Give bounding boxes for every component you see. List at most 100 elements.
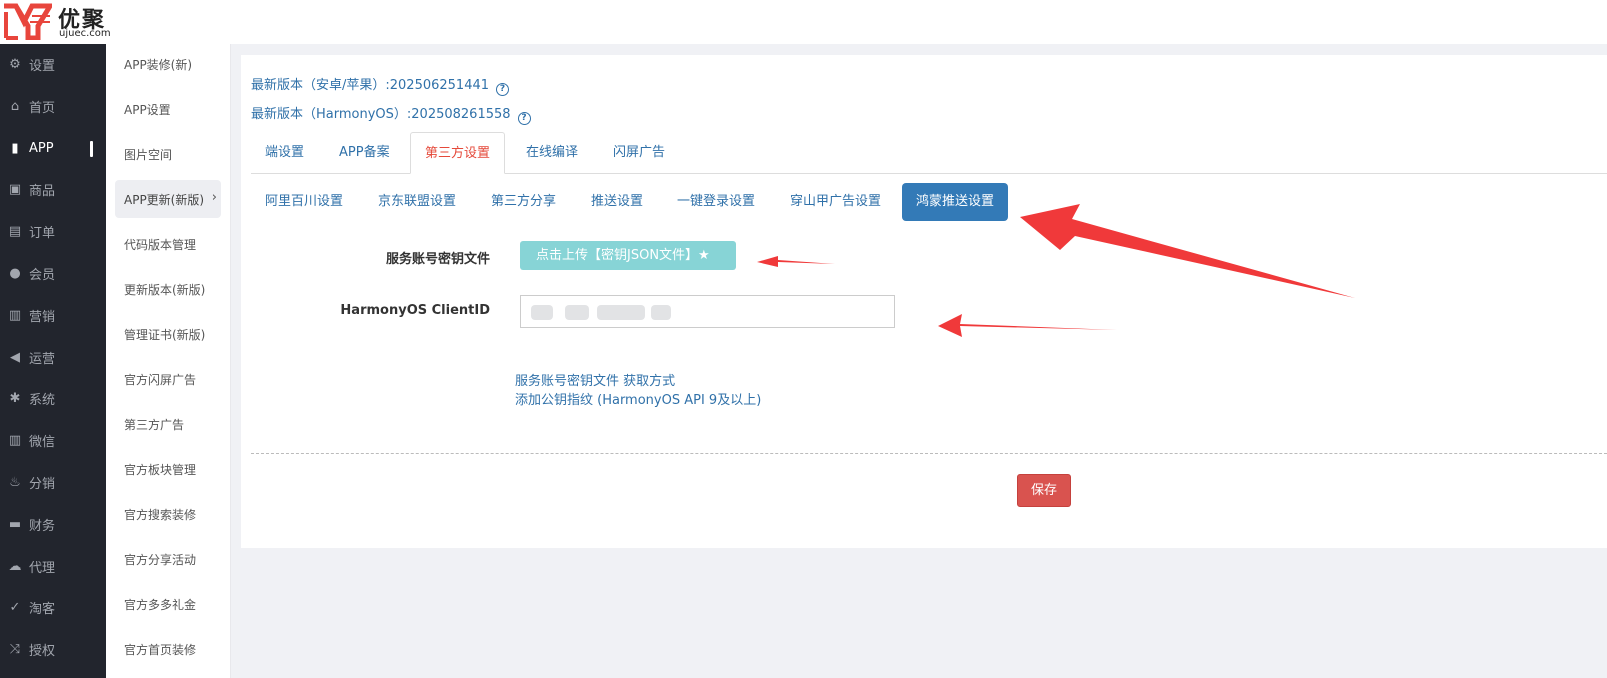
tab-0[interactable]: 端设置 <box>251 132 318 174</box>
subtab-6[interactable]: 鸿蒙推送设置 <box>902 183 1009 221</box>
sidebar-item-0[interactable]: ⚙ 设置 <box>0 44 106 85</box>
sidebar-item-label: 授权 <box>29 644 56 660</box>
subnav-item-1[interactable]: APP设置 <box>115 90 221 128</box>
subnav-item-label: APP装修(新) <box>124 57 193 72</box>
sidebar-item-6[interactable]: ▥ 营销 <box>0 295 106 336</box>
sidebar-item-7[interactable]: ◀ 运营 <box>0 337 106 378</box>
secondary-sidebar: APP装修(新) APP设置图片空间 APP更新(新版) › 代码版本管理更新版本(新版… <box>106 44 231 678</box>
sidebar-item-4[interactable]: ▤ 订单 <box>0 211 106 252</box>
sidebar-item-12[interactable]: ☁ 代理 <box>0 546 106 587</box>
user-icon: ● <box>9 266 21 281</box>
sidebar-item-label: 系统 <box>29 393 56 409</box>
bookmark-icon: ▮ <box>11 140 19 156</box>
sidebar-item-label: 营销 <box>29 309 56 325</box>
subnav-item-label: 官方多多礼金 <box>124 597 197 612</box>
check-icon: ✓ <box>9 600 21 616</box>
help-icon[interactable]: ? <box>517 112 531 125</box>
briefcase-icon: ▬ <box>8 516 22 532</box>
subtab-4[interactable]: 一键登录设置 <box>663 183 769 221</box>
subnav-item-8[interactable]: 第三方广告 <box>115 405 221 443</box>
subnav-item-2[interactable]: 图片空间 <box>115 135 221 173</box>
subnav-item-label: 第三方广告 <box>124 417 185 432</box>
version-android-ios-text: 最新版本（安卓/苹果）:202506251441 <box>251 78 490 93</box>
shuffle-icon: ⤨ <box>9 642 21 658</box>
subnav-item-label: 官方搜索装修 <box>124 507 197 522</box>
sidebar-item-label: 商品 <box>29 184 56 200</box>
subnav-item-label: 官方分享活动 <box>124 552 197 567</box>
logo-mark-icon <box>4 3 52 40</box>
version-android-ios: 最新版本（安卓/苹果）:202506251441? <box>251 74 510 96</box>
chevron-right-icon: › <box>211 190 217 205</box>
subnav-item-0[interactable]: APP装修(新) <box>115 45 221 83</box>
sidebar-item-label: 设置 <box>29 59 56 74</box>
logo-text-en: ujuec.com <box>59 28 111 39</box>
signal-icon: ▥ <box>8 433 22 449</box>
subnav-item-label: 更新版本(新版) <box>124 282 206 297</box>
divider <box>251 453 1607 454</box>
logo[interactable]: 优聚 ujuec.com <box>0 0 115 44</box>
sidebar-item-label: 代理 <box>29 560 56 576</box>
save-button[interactable]: 保存 <box>1017 474 1071 507</box>
client-id-input[interactable] <box>520 295 895 328</box>
cloud-icon: ☁ <box>8 558 22 574</box>
top-bar: 优聚 ujuec.com <box>0 0 1607 44</box>
subnav-item-label: 官方板块管理 <box>124 462 197 477</box>
sidebar-item-1[interactable]: ⌂ 首页 <box>0 86 106 127</box>
subnav-item-6[interactable]: 管理证书(新版) <box>115 315 221 353</box>
subnav-item-label: 管理证书(新版) <box>124 327 206 342</box>
sidebar-item-3[interactable]: ▣ 商品 <box>0 169 106 210</box>
subtab-5[interactable]: 穿山甲广告设置 <box>776 183 895 221</box>
subnav-item-11[interactable]: 官方分享活动 <box>115 540 221 578</box>
sidebar-item-label: 财务 <box>29 518 56 534</box>
sidebar-item-label: 分销 <box>29 477 56 492</box>
subnav-item-12[interactable]: 官方多多礼金 <box>115 585 221 623</box>
version-harmony: 最新版本（HarmonyOS）:202508261558? <box>251 103 531 125</box>
subnav-item-7[interactable]: 官方闪屏广告 <box>115 360 221 398</box>
subnav-item-9[interactable]: 官方板块管理 <box>115 450 221 488</box>
sidebar-item-label: 会员 <box>29 268 56 283</box>
sidebar-item-10[interactable]: ♨ 分销 <box>0 462 106 503</box>
sidebar-item-label: 微信 <box>29 435 56 451</box>
tab-bar: 端设置 APP备案 第三方设置 在线编译 闪屏广告 <box>251 132 1607 174</box>
sidebar-item-9[interactable]: ▥ 微信 <box>0 420 106 461</box>
add-fingerprint-link[interactable]: 添加公钥指纹 (HarmonyOS API 9及以上) <box>515 389 761 408</box>
sidebar-item-2[interactable]: ▮ APP <box>0 128 106 169</box>
subnav-item-label: APP设置 <box>124 102 171 117</box>
sidebar-item-label: APP <box>29 140 54 156</box>
sidebar-item-8[interactable]: ✱ 系统 <box>0 378 106 419</box>
key-file-label: 服务账号密钥文件 <box>385 252 490 267</box>
main-sidebar: ⚙ 设置 ⌂ 首页 ▮ APP ▣ 商品 ▤ 订单 ● 会员 ▥ 营销 ◀ 运营 ✱ 系统 ▥ 微信 ♨ 分销 ▬ 财务 ☁ 代理… <box>0 44 106 678</box>
subnav-item-3[interactable]: APP更新(新版) › <box>115 180 221 218</box>
main-panel: 最新版本（安卓/苹果）:202506251441? 最新版本（HarmonyOS… <box>241 55 1607 548</box>
sidebar-item-11[interactable]: ▬ 财务 <box>0 504 106 545</box>
tab-4[interactable]: 闪屏广告 <box>599 132 679 174</box>
gift-icon: ▣ <box>8 182 22 198</box>
subnav-item-4[interactable]: 代码版本管理 <box>115 225 221 263</box>
subnav-item-label: 官方闪屏广告 <box>124 372 197 387</box>
subtab-2[interactable]: 第三方分享 <box>477 183 570 221</box>
subnav-item-label: APP更新(新版) <box>124 192 205 207</box>
home-icon: ⌂ <box>10 98 20 114</box>
tab-3[interactable]: 在线编译 <box>512 132 592 174</box>
sidebar-item-5[interactable]: ● 会员 <box>0 253 106 294</box>
tab-1[interactable]: APP备案 <box>325 132 404 174</box>
fire-icon: ♨ <box>9 475 21 490</box>
megaphone-icon: ◀ <box>10 349 20 365</box>
sidebar-item-13[interactable]: ✓ 淘客 <box>0 587 106 628</box>
sidebar-item-14[interactable]: ⤨ 授权 <box>0 629 106 670</box>
subtab-3[interactable]: 推送设置 <box>577 183 657 221</box>
upload-key-json-button[interactable]: 点击上传【密钥JSON文件】★ <box>520 241 736 270</box>
subtab-1[interactable]: 京东联盟设置 <box>364 183 470 221</box>
help-icon[interactable]: ? <box>496 83 510 96</box>
subnav-item-label: 图片空间 <box>124 147 173 162</box>
gear-icon: ⚙ <box>9 57 21 72</box>
version-harmony-text: 最新版本（HarmonyOS）:202508261558 <box>251 107 511 122</box>
subnav-item-13[interactable]: 官方首页装修 <box>115 630 221 668</box>
tab-2[interactable]: 第三方设置 <box>410 132 506 174</box>
subnav-item-5[interactable]: 更新版本(新版) <box>115 270 221 308</box>
how-to-get-key-link[interactable]: 服务账号密钥文件 获取方式 <box>515 370 675 389</box>
sidebar-item-label: 订单 <box>29 226 56 242</box>
subnav-item-10[interactable]: 官方搜索装修 <box>115 495 221 533</box>
bar-chart-icon: ▥ <box>8 307 22 323</box>
subtab-0[interactable]: 阿里百川设置 <box>251 183 357 221</box>
